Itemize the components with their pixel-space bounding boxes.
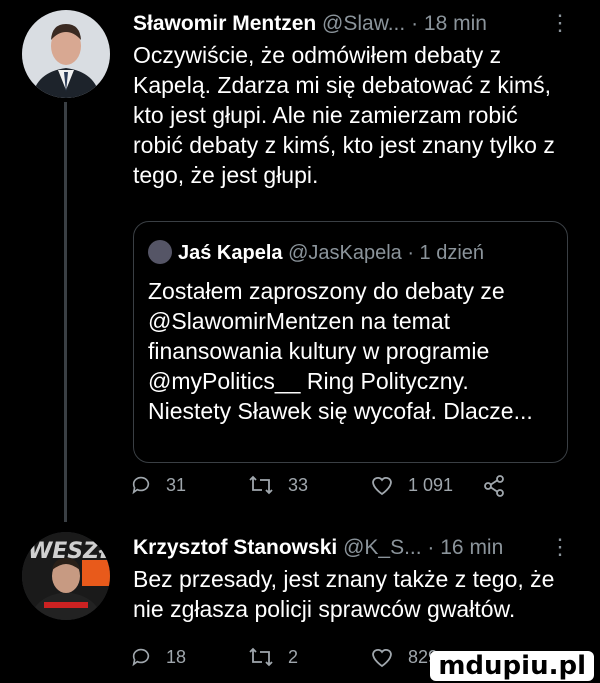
avatar-stanowski[interactable]: WESZŁO (22, 532, 110, 620)
reply-icon (132, 648, 150, 667)
retweet-icon (249, 475, 273, 495)
reply-button[interactable]: 31 (130, 474, 186, 496)
like-icon (372, 477, 392, 496)
author-name-2[interactable]: Krzysztof Stanowski (133, 536, 337, 559)
reply-button[interactable]: 18 (130, 646, 186, 668)
quoted-avatar (148, 240, 172, 264)
retweet-count: 33 (288, 474, 309, 495)
tweet-text-2: Bez przesady, jest znany także z tego, ż… (133, 566, 555, 622)
share-button[interactable] (482, 474, 520, 498)
more-icon[interactable]: ⋮ (549, 534, 571, 560)
quoted-tweet[interactable]: Jaś Kapela @JasKapela · 1 dzień Zostałem… (133, 221, 568, 463)
like-icon (372, 649, 392, 668)
thread-line (64, 102, 67, 522)
quoted-author-name: Jaś Kapela (178, 242, 283, 264)
like-button[interactable]: 829 (370, 646, 438, 668)
like-button[interactable]: 1 091 (370, 474, 453, 496)
retweet-count: 2 (288, 646, 299, 667)
author-name[interactable]: Sławomir Mentzen (133, 12, 316, 35)
reply-count: 18 (166, 646, 187, 667)
author-handle-2[interactable]: @K_S... (343, 536, 422, 559)
tweet-actions: 31 33 1 091 (130, 474, 550, 504)
tweet-time[interactable]: · 18 min (411, 12, 487, 35)
quoted-tweet-header: Jaś Kapela @JasKapela · 1 dzień (148, 240, 484, 265)
retweet-icon (249, 647, 273, 667)
tweet-mentzen[interactable]: Sławomir Mentzen @Slaw... · 18 min ⋮ Ocz… (0, 8, 600, 522)
like-count: 1 091 (408, 474, 454, 495)
quoted-tweet-text: Zostałem zaproszony do debaty ze @Slawom… (148, 278, 533, 424)
retweet-button[interactable]: 2 (248, 646, 298, 668)
quoted-author-handle: @JasKapela · 1 dzień (288, 242, 485, 264)
watermark-logo: mdupiu.pl (430, 651, 594, 681)
tweet-header-2: Krzysztof Stanowski @K_S... · 16 min (133, 536, 503, 560)
reply-icon (132, 476, 150, 495)
reply-count: 31 (166, 474, 187, 495)
retweet-button[interactable]: 33 (248, 474, 308, 496)
author-handle[interactable]: @Slaw... (322, 12, 405, 35)
more-icon[interactable]: ⋮ (549, 10, 571, 36)
tweet-text: Oczywiście, że odmówiłem debaty z Kapelą… (133, 42, 555, 188)
tweet-header: Sławomir Mentzen @Slaw... · 18 min (133, 12, 487, 36)
share-icon (484, 475, 504, 497)
tweet-time-2[interactable]: · 16 min (427, 536, 503, 559)
avatar-mentzen[interactable] (22, 10, 110, 98)
